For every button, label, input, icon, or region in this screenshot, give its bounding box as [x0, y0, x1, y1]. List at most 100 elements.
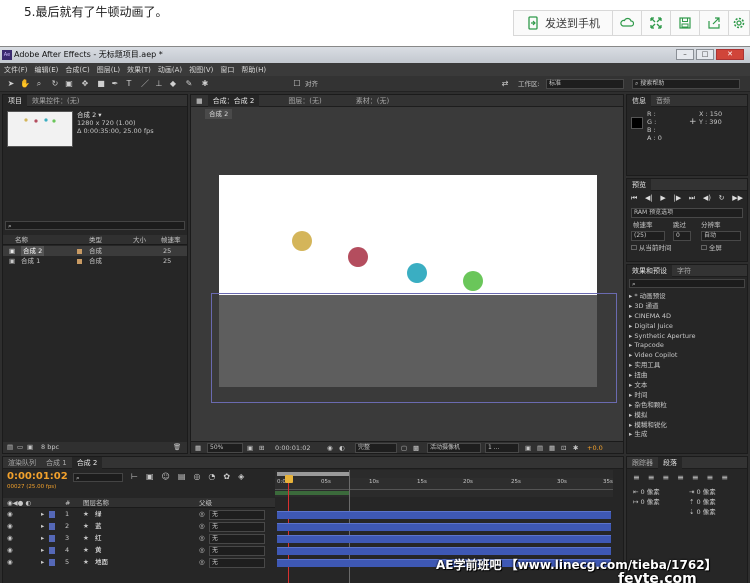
- save-button[interactable]: [670, 10, 700, 36]
- effects-category[interactable]: ▸ 文本: [629, 380, 743, 390]
- region-of-interest-icon[interactable]: ▢: [401, 443, 407, 453]
- graph-editor-icon[interactable]: ◔: [208, 472, 215, 481]
- pen-tool-icon[interactable]: ✒: [110, 79, 120, 89]
- visibility-eye-icon[interactable]: ◉: [7, 557, 13, 567]
- last-frame-icon[interactable]: ⏭: [689, 194, 695, 204]
- frame-rate-select[interactable]: (25): [631, 231, 665, 241]
- menu-file[interactable]: 文件(F): [4, 65, 28, 75]
- expand-arrow-icon[interactable]: ▸: [41, 509, 44, 519]
- visibility-eye-icon[interactable]: ◉: [7, 521, 13, 531]
- menu-composition[interactable]: 合成(C): [65, 65, 89, 75]
- puppet-tool-icon[interactable]: ✱: [200, 79, 210, 89]
- selection-tool-icon[interactable]: ➤: [6, 79, 16, 89]
- camera-select[interactable]: 活动摄像机: [427, 443, 481, 453]
- align-center-icon[interactable]: ≡: [648, 473, 655, 482]
- label-color-swatch[interactable]: [49, 535, 55, 542]
- zoom-select[interactable]: 50%: [207, 443, 243, 453]
- expand-arrow-icon[interactable]: ▸: [41, 533, 44, 543]
- fast-preview-icon[interactable]: ▤: [537, 443, 543, 453]
- toggle-pixel-icon[interactable]: ▣: [525, 443, 531, 453]
- label-color-swatch[interactable]: [49, 547, 55, 554]
- tab-composition[interactable]: 合成：合成 2: [207, 94, 260, 107]
- pan-behind-tool-icon[interactable]: ✥: [80, 79, 90, 89]
- effects-category[interactable]: ▸ Video Copilot: [629, 350, 743, 360]
- tab-character[interactable]: 字符: [672, 265, 696, 277]
- menu-animation[interactable]: 动画(A): [158, 65, 182, 75]
- layer-row[interactable]: ◉ ▸ 3 ★ 红 ◎ 无: [3, 533, 625, 545]
- project-row[interactable]: ▣ 合成 2 合成 25: [3, 246, 187, 256]
- current-time-indicator[interactable]: [285, 475, 293, 483]
- share-button[interactable]: [699, 10, 729, 36]
- views-select[interactable]: 1 ...: [485, 443, 519, 453]
- flowchart-icon[interactable]: ⊡: [561, 443, 566, 453]
- bpc-label[interactable]: 8 bpc: [41, 442, 59, 452]
- minimize-button[interactable]: –: [676, 49, 694, 60]
- viewer-timecode[interactable]: 0:00:01:02: [275, 443, 311, 453]
- layer-name[interactable]: 黄: [95, 545, 102, 555]
- tab-effects-presets[interactable]: 效果和预设: [627, 264, 672, 277]
- layer-name[interactable]: 红: [95, 533, 102, 543]
- pickwhip-icon[interactable]: ◎: [199, 509, 205, 519]
- justify-left-icon[interactable]: ≡: [677, 473, 684, 482]
- visibility-eye-icon[interactable]: ◉: [7, 509, 13, 519]
- pickwhip-icon[interactable]: ◎: [199, 533, 205, 543]
- expand-arrow-icon[interactable]: ▸: [41, 521, 44, 531]
- justify-center-icon[interactable]: ≡: [692, 473, 699, 482]
- effects-category[interactable]: ▸ 时间: [629, 390, 743, 400]
- tab-comp-2[interactable]: 合成 2: [71, 456, 103, 469]
- pickwhip-icon[interactable]: ◎: [199, 545, 205, 555]
- cloud-button[interactable]: [612, 10, 642, 36]
- label-color-swatch[interactable]: [49, 511, 55, 518]
- parent-select[interactable]: 无: [209, 534, 265, 544]
- brainstorm-icon[interactable]: ✿: [223, 472, 230, 481]
- layer-row[interactable]: ◉ ▸ 1 ★ 绿 ◎ 无: [3, 509, 625, 521]
- pickwhip-icon[interactable]: ◎: [199, 557, 205, 567]
- prev-frame-icon[interactable]: ◀|: [645, 194, 653, 204]
- ram-preview-icon[interactable]: ▶▶: [732, 194, 743, 204]
- always-preview-icon[interactable]: ▦: [195, 443, 201, 453]
- snapshot-icon[interactable]: ◉: [327, 443, 333, 453]
- visibility-eye-icon[interactable]: ◉: [7, 545, 13, 555]
- space-before-field[interactable]: ⇡ 0 像素: [689, 497, 716, 507]
- timeline-icon[interactable]: ▦: [549, 443, 555, 453]
- indent-left-field[interactable]: ⇤ 0 像素: [633, 487, 660, 497]
- audio-icon[interactable]: ◀): [703, 194, 711, 204]
- fullscreen-checkbox[interactable]: ☐ 全屏: [701, 243, 722, 253]
- label-color-swatch[interactable]: [49, 559, 55, 566]
- shape-tool-icon[interactable]: ■: [96, 79, 106, 89]
- draft-3d-icon[interactable]: ▣: [146, 472, 154, 481]
- col-name[interactable]: 名称: [15, 235, 28, 245]
- layer-duration-bar[interactable]: [277, 511, 611, 519]
- expand-arrow-icon[interactable]: ▸: [41, 545, 44, 555]
- col-size[interactable]: 大小: [133, 235, 146, 245]
- tab-paragraph[interactable]: 段落: [658, 456, 682, 469]
- effects-category[interactable]: ▸ Trapcode: [629, 340, 743, 350]
- parent-select[interactable]: 无: [209, 510, 265, 520]
- timeline-search-input[interactable]: ⌕: [73, 473, 123, 482]
- align-left-icon[interactable]: ≡: [633, 473, 640, 482]
- tab-project[interactable]: 项目: [3, 94, 27, 107]
- effects-category[interactable]: ▸ * 动画预设: [629, 291, 743, 301]
- skip-select[interactable]: 0: [673, 231, 691, 241]
- project-search-input[interactable]: ⌕: [5, 221, 185, 230]
- menu-help[interactable]: 帮助(H): [241, 65, 266, 75]
- effects-category[interactable]: ▸ Synthetic Aperture: [629, 331, 743, 341]
- text-tool-icon[interactable]: T: [124, 79, 134, 89]
- timeline-timecode[interactable]: 0:00:01:02: [7, 471, 68, 482]
- first-frame-icon[interactable]: ⏮: [631, 194, 637, 204]
- reset-exposure-icon[interactable]: ✱: [573, 443, 578, 453]
- shy-icon[interactable]: ☺: [162, 472, 170, 481]
- close-button[interactable]: ✕: [716, 49, 744, 60]
- tab-footage[interactable]: 素材：(无): [351, 95, 394, 107]
- parent-select[interactable]: 无: [209, 558, 265, 568]
- effects-category[interactable]: ▸ 扭曲: [629, 370, 743, 380]
- effects-category[interactable]: ▸ 模拟: [629, 410, 743, 420]
- justify-all-icon[interactable]: ≡: [721, 473, 728, 482]
- exposure-value[interactable]: +0.0: [587, 443, 603, 453]
- menu-effect[interactable]: 效果(T): [127, 65, 151, 75]
- grid-icon[interactable]: ⊞: [259, 443, 264, 453]
- expand-arrow-icon[interactable]: ▸: [41, 557, 44, 567]
- safe-margins-icon[interactable]: ▣: [247, 443, 253, 453]
- effects-category[interactable]: ▸ CINEMA 4D: [629, 311, 743, 321]
- maximize-button[interactable]: □: [696, 49, 714, 60]
